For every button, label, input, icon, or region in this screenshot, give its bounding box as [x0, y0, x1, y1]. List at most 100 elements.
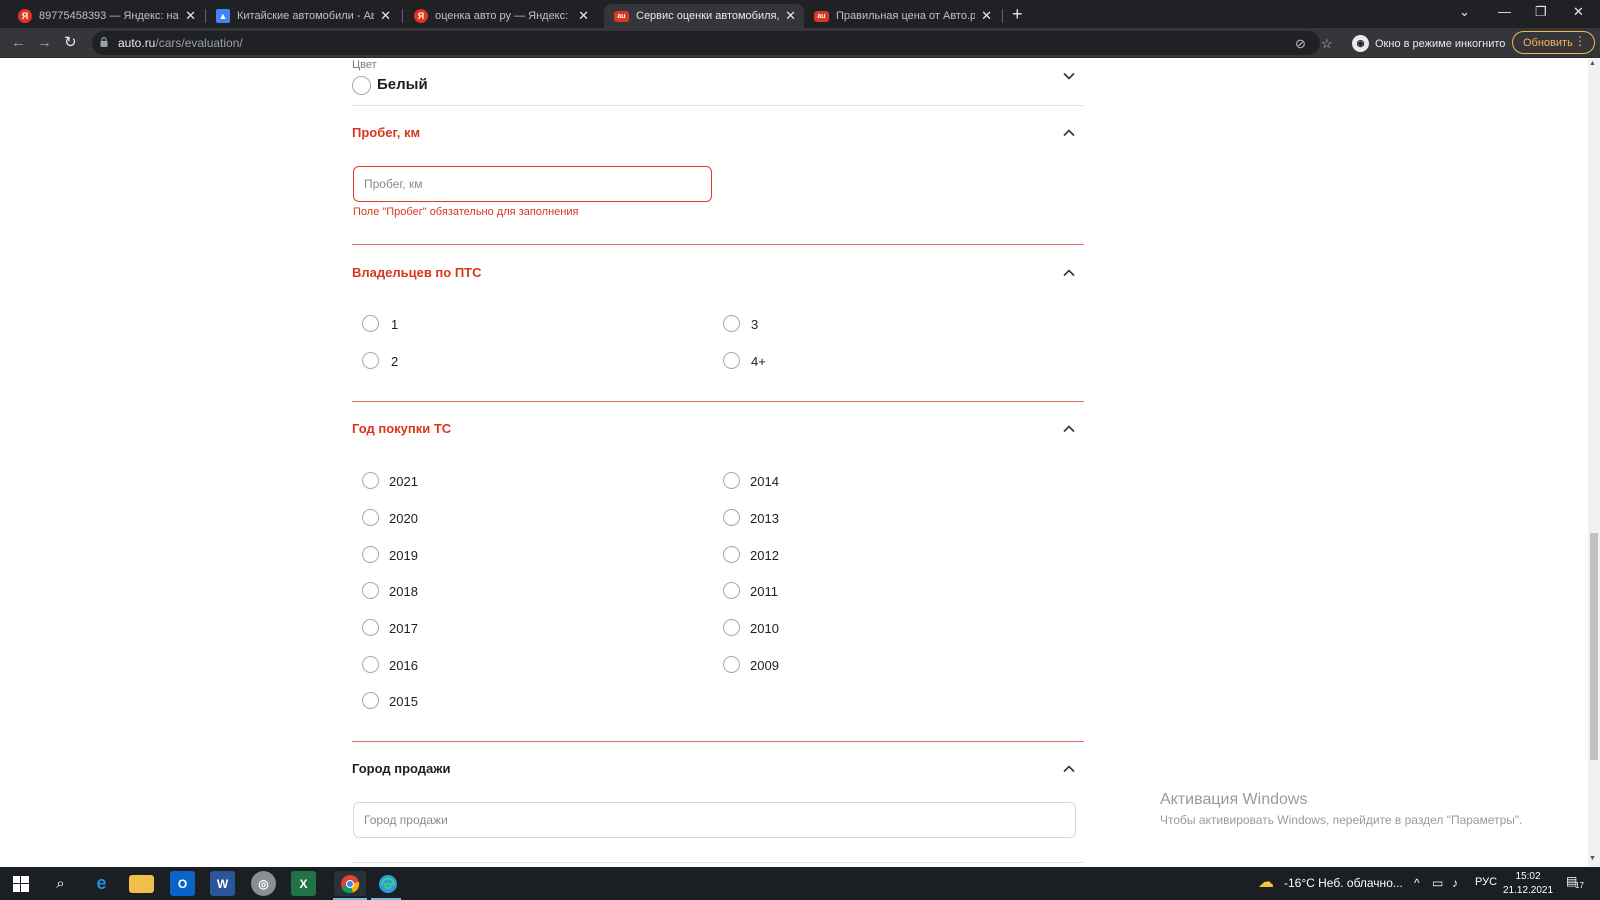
- chevron-up-icon[interactable]: [1063, 269, 1075, 277]
- url-text: auto.ru/cars/evaluation/: [118, 36, 243, 50]
- incognito-icon: ◉: [1352, 35, 1369, 52]
- windows-taskbar: ⌕ e O W ◎ X ☁ -16°C Неб. облачно... ^ ▭ …: [0, 867, 1600, 900]
- year-radio-2020[interactable]: [362, 509, 379, 526]
- tab-yandex-phone[interactable]: Я 89775458393 — Яндекс: нашлось ✕: [8, 4, 204, 28]
- year-radio-2014[interactable]: [723, 472, 740, 489]
- outlook-icon[interactable]: O: [170, 871, 195, 896]
- owners-title: Владельцев по ПТС: [352, 265, 482, 280]
- tab-evaluation-service[interactable]: au Сервис оценки автомобиля, он ✕: [604, 4, 804, 28]
- city-input[interactable]: Город продажи: [353, 802, 1076, 838]
- section-divider: [352, 862, 1084, 863]
- close-window-icon[interactable]: ✕: [1573, 4, 1584, 20]
- tab-correct-price[interactable]: au Правильная цена от Авто.ру на ✕: [804, 4, 1000, 28]
- year-radio-2018[interactable]: [362, 582, 379, 599]
- close-icon[interactable]: ✕: [185, 8, 196, 24]
- tab-yandex-search[interactable]: Я оценка авто ру — Яндекс: нашло ✕: [404, 4, 597, 28]
- forward-icon[interactable]: →: [37, 34, 52, 52]
- mileage-placeholder: Пробег, км: [364, 177, 423, 191]
- tab-chinese-cars[interactable]: ▲ Китайские автомобили - Автомо ✕: [206, 4, 399, 28]
- incognito-indicator[interactable]: ◉ Окно в режиме инкогнито: [1352, 35, 1505, 52]
- tab-title: 89775458393 — Яндекс: нашлось: [39, 10, 179, 22]
- browser-tab-bar: Я 89775458393 — Яндекс: нашлось ✕ ▲ Кита…: [0, 0, 1600, 28]
- color-radio-white[interactable]: [352, 76, 371, 95]
- mileage-input[interactable]: Пробег, км: [353, 166, 712, 202]
- year-radio-2021[interactable]: [362, 472, 379, 489]
- activation-watermark-subtitle: Чтобы активировать Windows, перейдите в …: [1160, 813, 1523, 827]
- restore-icon[interactable]: ❐: [1535, 4, 1547, 20]
- browser-toolbar: ← → ↻ auto.ru/cars/evaluation/ ⊘ ☆ ◉ Окн…: [0, 28, 1600, 58]
- search-icon[interactable]: ⌕: [48, 871, 73, 896]
- bookmark-star-icon[interactable]: ☆: [1321, 36, 1333, 52]
- year-radio-2012[interactable]: [723, 546, 740, 563]
- close-icon[interactable]: ✕: [981, 8, 992, 24]
- excel-icon[interactable]: X: [291, 871, 316, 896]
- reload-icon[interactable]: ↻: [64, 34, 77, 52]
- mileage-title: Пробег, км: [352, 125, 421, 140]
- tab-title: Сервис оценки автомобиля, он: [636, 10, 780, 22]
- chevron-up-icon[interactable]: [1063, 765, 1075, 773]
- language-indicator[interactable]: РУС: [1475, 876, 1497, 888]
- year-radio-2010[interactable]: [723, 619, 740, 636]
- update-button[interactable]: Обновить ⋮: [1512, 31, 1595, 54]
- explorer-icon[interactable]: [129, 875, 154, 893]
- year-radio-2016[interactable]: [362, 656, 379, 673]
- address-bar[interactable]: auto.ru/cars/evaluation/ ⊘: [92, 31, 1320, 55]
- yandex-icon: Я: [414, 9, 428, 23]
- tab-search-icon[interactable]: ⌄: [1459, 4, 1470, 20]
- year-radio-2015[interactable]: [362, 692, 379, 709]
- network-icon[interactable]: ▭: [1432, 876, 1443, 890]
- edge-icon[interactable]: [375, 871, 400, 896]
- year-radio-2011[interactable]: [723, 582, 740, 599]
- system-icon[interactable]: ◎: [251, 871, 276, 896]
- minimize-icon[interactable]: —: [1498, 4, 1511, 19]
- autoru-icon: au: [814, 10, 829, 22]
- menu-dots-icon: ⋮: [1574, 34, 1586, 48]
- activation-watermark-title: Активация Windows: [1160, 791, 1308, 808]
- section-divider: [352, 244, 1084, 245]
- weather-text[interactable]: -16°C Неб. облачно...: [1284, 876, 1403, 890]
- chevron-down-icon[interactable]: [1063, 72, 1075, 80]
- owners-radio-1[interactable]: [362, 315, 379, 332]
- close-icon[interactable]: ✕: [578, 8, 589, 24]
- clock[interactable]: 15:02 21.12.2021: [1503, 870, 1553, 898]
- notifications-count: 17: [1575, 881, 1584, 890]
- clock-time: 15:02: [1515, 871, 1541, 882]
- year-radio-2009[interactable]: [723, 656, 740, 673]
- scroll-down-icon[interactable]: ▼: [1589, 855, 1596, 862]
- owners-radio-2[interactable]: [362, 352, 379, 369]
- owners-option-label: 4+: [751, 354, 766, 369]
- tray-expand-icon[interactable]: ^: [1414, 876, 1420, 890]
- ie-icon[interactable]: e: [89, 871, 114, 896]
- lock-icon: [100, 37, 108, 47]
- year-radio-2019[interactable]: [362, 546, 379, 563]
- chrome-icon[interactable]: [334, 871, 366, 896]
- year-option-label: 2014: [750, 474, 779, 489]
- page-content: Цвет Белый Пробег, км Пробег, км Поле "П…: [0, 59, 1588, 867]
- year-option-label: 2012: [750, 548, 779, 563]
- tab-title: оценка авто ру — Яндекс: нашло: [435, 10, 572, 22]
- eye-off-icon[interactable]: ⊘: [1295, 36, 1306, 52]
- scrollbar-thumb[interactable]: [1590, 533, 1598, 760]
- volume-icon[interactable]: ♪: [1452, 876, 1458, 890]
- section-divider: [352, 105, 1084, 106]
- owners-radio-3[interactable]: [723, 315, 740, 332]
- year-option-label: 2017: [389, 621, 418, 636]
- chevron-up-icon[interactable]: [1063, 129, 1075, 137]
- year-option-label: 2020: [389, 511, 418, 526]
- purchase-year-title: Год покупки ТС: [352, 421, 452, 436]
- year-option-label: 2019: [389, 548, 418, 563]
- scroll-up-icon[interactable]: ▲: [1589, 60, 1596, 67]
- close-icon[interactable]: ✕: [785, 8, 796, 24]
- chevron-up-icon[interactable]: [1063, 425, 1075, 433]
- update-label: Обновить: [1523, 36, 1573, 49]
- owners-radio-4plus[interactable]: [723, 352, 740, 369]
- year-radio-2017[interactable]: [362, 619, 379, 636]
- close-icon[interactable]: ✕: [380, 8, 391, 24]
- word-icon[interactable]: W: [210, 871, 235, 896]
- weather-icon[interactable]: ☁: [1258, 872, 1274, 892]
- clock-date: 21.12.2021: [1503, 885, 1554, 896]
- back-icon[interactable]: ←: [11, 34, 26, 52]
- new-tab-button[interactable]: +: [1012, 4, 1023, 24]
- year-radio-2013[interactable]: [723, 509, 740, 526]
- windows-start-icon[interactable]: [8, 871, 33, 896]
